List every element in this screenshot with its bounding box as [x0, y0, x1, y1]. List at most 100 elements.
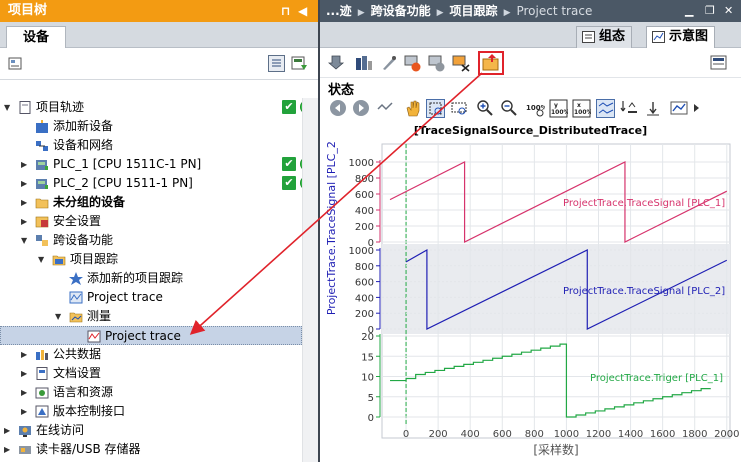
collapsed-arrow-icon[interactable]: ▶	[21, 364, 27, 383]
tree-item[interactable]: ▶ 在线访问	[0, 421, 302, 440]
list-view-icon[interactable]	[268, 55, 285, 72]
tree-item[interactable]: 添加新设备	[0, 117, 302, 136]
project-tree-pane: 项目树 ⊓ ◀ 设备 ▼ 项目轨迹 ✔ 添加新设备 设备和网络 ▶ PLC_1 [CPU 1…	[0, 0, 318, 462]
tab-devices[interactable]: 设备	[6, 26, 66, 49]
collapse-left-icon[interactable]: ◀	[298, 0, 307, 22]
tree-item[interactable]: ▶ PLC_2 [CPU 1511-1 PN]	[0, 174, 302, 193]
maximize-icon[interactable]: ❐	[705, 0, 715, 22]
tree-item[interactable]: ▶ 公共数据	[0, 345, 302, 364]
tree-item[interactable]: 添加新的项目跟踪	[0, 269, 302, 288]
y-tick-label: 200	[355, 309, 374, 320]
tree-scrollbar[interactable]	[302, 98, 318, 462]
hand-pan-icon[interactable]	[404, 99, 423, 118]
trace-chart[interactable]: 0200400600800100002004006008001000051015…	[320, 140, 741, 462]
breadcrumb-item-2[interactable]: 项目跟踪	[450, 4, 498, 18]
collapsed-arrow-icon[interactable]: ▶	[21, 383, 27, 402]
breadcrumb-item-3[interactable]: Project trace	[516, 4, 592, 18]
minimize-icon[interactable]: ▁	[685, 0, 693, 22]
status-label: 状态	[328, 83, 355, 98]
zoom-out-icon[interactable]	[500, 99, 519, 118]
tree-item[interactable]: ▼ 跨设备功能	[0, 231, 302, 250]
signal-tracks-icon[interactable]	[596, 99, 615, 118]
zoom-x-icon[interactable]	[450, 99, 469, 118]
tree-item[interactable]: ▶ 文档设置	[0, 364, 302, 383]
expanded-arrow-icon[interactable]: ▼	[38, 250, 44, 269]
tree-item[interactable]: 设备和网络	[0, 136, 302, 155]
tree-item[interactable]: ▼ 项目跟踪	[0, 250, 302, 269]
tree-item[interactable]: ▶ 未分组的设备	[0, 193, 302, 212]
collapsed-arrow-icon[interactable]: ▶	[4, 421, 10, 440]
arrow-right-icon[interactable]	[352, 99, 371, 118]
signal-order-icon[interactable]	[620, 99, 639, 118]
y-tick-label: 10	[361, 373, 374, 384]
pin-icon[interactable]: ⊓	[281, 0, 291, 22]
tree-item[interactable]: Project trace	[0, 288, 302, 307]
collapsed-arrow-icon[interactable]: ▶	[21, 345, 27, 364]
tree-item[interactable]: ▶ 读卡器/USB 存储器	[0, 440, 302, 459]
collapsed-arrow-icon[interactable]: ▶	[21, 155, 27, 174]
version-icon	[35, 405, 49, 418]
tree-item-label: 项目轨迹	[36, 100, 85, 114]
arrow-left-icon[interactable]	[329, 99, 348, 118]
download-trace-icon[interactable]	[328, 54, 346, 72]
x-tick-label: 1800	[682, 429, 707, 440]
save-measurement-button[interactable]	[478, 51, 504, 75]
properties-icon[interactable]	[8, 57, 22, 70]
x-tick-label: 0	[403, 429, 409, 440]
breadcrumb-item-0[interactable]: ...迹	[326, 4, 352, 18]
deactivate-trace-icon[interactable]	[428, 54, 446, 72]
trace-icon	[69, 291, 83, 304]
expanded-arrow-icon[interactable]: ▼	[4, 98, 10, 117]
collapsed-arrow-icon[interactable]: ▶	[21, 193, 27, 212]
tree-item[interactable]: ▶ 语言和资源	[0, 383, 302, 402]
tree-item-label: 添加新设备	[53, 119, 114, 133]
x-tick-label: 600	[493, 429, 512, 440]
zoom-100-icon[interactable]: 100%	[526, 99, 545, 118]
y-tick-label: 15	[361, 352, 374, 363]
delete-trace-icon[interactable]	[452, 54, 470, 72]
zoom-region-icon[interactable]	[426, 99, 445, 118]
expanded-arrow-icon[interactable]: ▼	[21, 231, 27, 250]
consistent-check-icon: ✔	[282, 176, 296, 190]
tree-tab-row: 设备	[0, 22, 318, 49]
x-tick-label: 1200	[586, 429, 611, 440]
tree-item[interactable]: ▼ 项目轨迹	[0, 98, 302, 117]
tree-item[interactable]: ▶ 版本控制接口	[0, 402, 302, 421]
diagram-tab-icon	[652, 31, 665, 43]
zoom-x-100-icon[interactable]: x100%	[572, 99, 591, 118]
tree-item[interactable]: ▶ 安全设置	[0, 212, 302, 231]
collapsed-arrow-icon[interactable]: ▶	[21, 174, 27, 193]
activate-trace-icon[interactable]	[404, 54, 422, 72]
collapsed-arrow-icon[interactable]: ▶	[21, 402, 27, 421]
chart-toolbar: 100% y100% x100%	[324, 97, 739, 121]
signal-legend: ProjectTrace.TraceSignal [PLC_1]	[563, 198, 725, 209]
layout-settings-icon[interactable]	[710, 54, 728, 72]
close-icon[interactable]: ✕	[724, 0, 733, 22]
y-tick-label: 1000	[349, 246, 374, 257]
device-signals-icon[interactable]	[355, 54, 373, 72]
cross-device-icon	[36, 235, 48, 246]
tree-item[interactable]: ▼ 测量	[0, 307, 302, 326]
expanded-arrow-icon[interactable]: ▼	[55, 307, 61, 326]
measurement-folder-icon	[69, 312, 83, 323]
tree-item-label: Project trace	[87, 290, 163, 304]
overview-icon[interactable]	[291, 55, 308, 72]
zoom-y-100-icon[interactable]: y100%	[549, 99, 568, 118]
observe-icon[interactable]	[380, 54, 398, 72]
svg-text:100%: 100%	[551, 109, 568, 116]
step-down-icon[interactable]	[644, 99, 663, 118]
tree-item[interactable]: ▶ PLC_1 [CPU 1511C-1 PN]	[0, 155, 302, 174]
more-options-icon[interactable]	[692, 99, 702, 118]
svg-text:100%: 100%	[574, 109, 591, 116]
collapsed-arrow-icon[interactable]: ▶	[21, 212, 27, 231]
tree-item[interactable]: Project trace	[0, 326, 302, 345]
shift-trigger-icon[interactable]	[376, 99, 395, 118]
document-icon	[36, 367, 48, 380]
collapsed-arrow-icon[interactable]: ▶	[4, 440, 10, 459]
tab-diagram[interactable]: 示意图	[646, 26, 716, 48]
curve-display-icon[interactable]	[670, 99, 689, 118]
y-tick-label: 0	[368, 413, 374, 424]
tab-configuration[interactable]: 组态	[576, 26, 633, 48]
zoom-in-icon[interactable]	[476, 99, 495, 118]
breadcrumb-item-1[interactable]: 跨设备功能	[371, 4, 431, 18]
